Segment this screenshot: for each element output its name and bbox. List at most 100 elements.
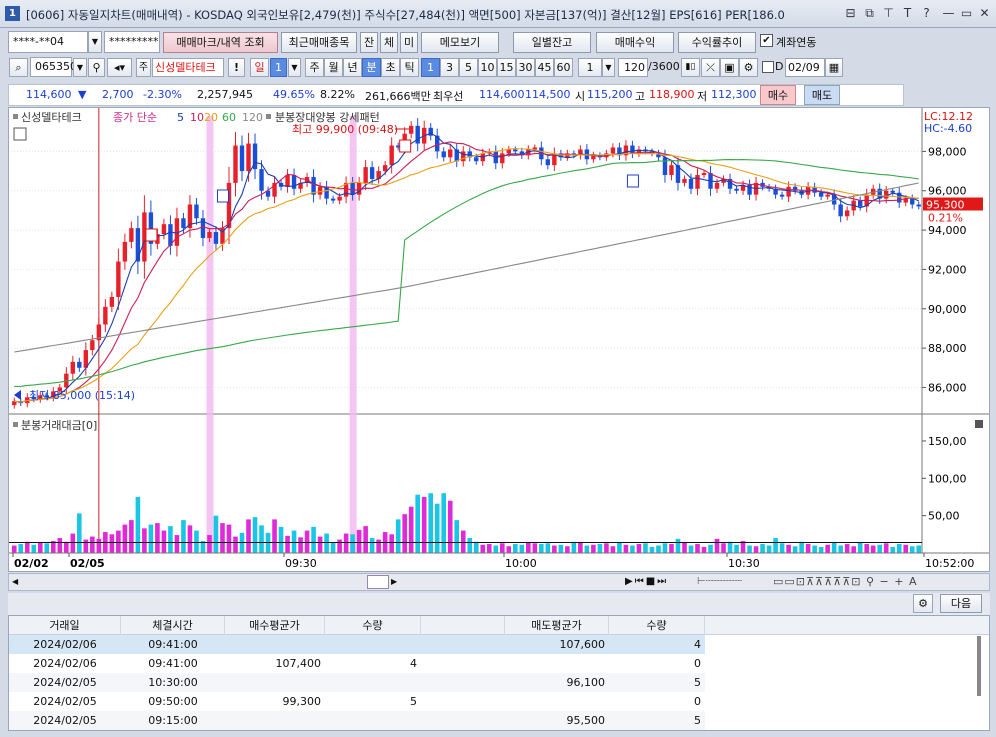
stock-name-field[interactable]: 신성델타테크 (152, 58, 224, 77)
interval-button-1[interactable]: 1 (421, 58, 440, 77)
table-settings-icon[interactable]: ⚙ (913, 594, 933, 613)
trade-profit-button[interactable]: 매매수익 (596, 32, 674, 53)
candle-body (415, 125, 420, 144)
balance-button[interactable]: 잔 (360, 32, 378, 53)
candle-body (688, 178, 694, 189)
period-button-1[interactable]: 월 (324, 58, 343, 77)
magnifier-icon[interactable]: ⚲ (88, 58, 105, 77)
profit-rate-button[interactable]: 수익률추이 (678, 32, 756, 53)
candle-body (90, 340, 95, 351)
interval-button-5[interactable]: 5 (459, 58, 478, 77)
chart-tools-icons[interactable]: ▭▭⊡⊼⊼⊼⊼⊼⊡ ⚲ − + A (773, 574, 991, 590)
table-cell: 2024/02/06 (33, 638, 97, 651)
candle-body (181, 218, 186, 229)
candlestick-chart[interactable]: 98,000 96,000 94,000 92,000 90,000 88,000 86,0… (9, 108, 989, 571)
volume-bar (864, 544, 869, 553)
interval-dropdown-icon[interactable]: ▼ (602, 58, 615, 77)
account-link-checkbox[interactable]: ✔ (760, 34, 773, 47)
volume-bar (213, 515, 219, 553)
volume-bar (909, 546, 915, 553)
interval-button-30[interactable]: 30 (516, 58, 535, 77)
account-select[interactable]: ****-**04 (8, 31, 88, 53)
date-input[interactable]: 02/09 (785, 58, 825, 77)
minimize-icon[interactable]: — (940, 5, 957, 22)
x-tick-label: 10:00 (505, 557, 537, 570)
header-cell: 거래일 (9, 616, 121, 635)
scroll-thumb[interactable] (367, 575, 389, 589)
volume-bar (545, 543, 551, 553)
volume-bar (857, 542, 863, 553)
executed-button[interactable]: 체 (380, 32, 398, 53)
interval-button-15[interactable]: 15 (497, 58, 516, 77)
period-button-3[interactable]: 분 (362, 58, 381, 77)
account-dropdown-icon[interactable]: ▼ (88, 31, 102, 53)
link-icon[interactable]: ⊟ (842, 5, 859, 22)
candle-body (910, 198, 915, 205)
sell-button[interactable]: 매도 (804, 85, 840, 105)
candle-body (194, 204, 199, 219)
playback-controls[interactable]: ▶⏮■⏭ (625, 574, 695, 590)
x-tick-label: 10:30 (728, 557, 760, 570)
period-button-2[interactable]: 년 (343, 58, 362, 77)
stock-code-input[interactable]: 065350 (30, 57, 77, 77)
scroll-left-icon[interactable]: ◀ (12, 576, 22, 588)
candle-body (337, 196, 342, 201)
buy-button[interactable]: 매수 (760, 85, 796, 105)
settings-gear-icon[interactable]: ⚙ (739, 58, 758, 77)
interval-button-60[interactable]: 60 (554, 58, 573, 77)
period-day-button[interactable]: 일 (250, 58, 269, 77)
period-button-5[interactable]: 틱 (400, 58, 419, 77)
trade-mark-query-button[interactable]: 매매마크/내역 조회 (163, 32, 278, 53)
save-icon[interactable]: ▣ (720, 58, 739, 77)
copy-window-icon[interactable]: ⧉ (861, 5, 878, 22)
candle-body (844, 210, 850, 217)
table-cell: 0 (694, 695, 701, 708)
period-dropdown-icon[interactable]: ▼ (288, 58, 301, 77)
volume-bar (805, 544, 811, 553)
interval-button-45[interactable]: 45 (535, 58, 554, 77)
volume-bar (734, 544, 739, 553)
font-icon[interactable]: T (899, 5, 916, 22)
close-icon[interactable]: ✕ (976, 5, 993, 22)
chart-scrollbar[interactable]: ◀ ▶ ▶⏮■⏭ ⊢┈┈┈┈┈┈ ▭▭⊡⊼⊼⊼⊼⊼⊡ ⚲ − + A (8, 573, 990, 591)
d-checkbox[interactable] (762, 61, 774, 73)
help-icon[interactable]: ? (918, 5, 935, 22)
high-price: 118,900 (649, 88, 695, 101)
alert-icon[interactable]: ! (228, 58, 245, 77)
table-scrollbar[interactable] (977, 636, 981, 696)
maximize-icon[interactable]: ▭ (958, 5, 975, 22)
candle-body (474, 157, 479, 162)
recent-trades-button[interactable]: 최근매매종목 (281, 32, 357, 53)
unexecuted-button[interactable]: 미 (400, 32, 418, 53)
scroll-right-icon[interactable]: ▶ (391, 576, 401, 588)
volume-bar (122, 524, 128, 553)
period-number[interactable]: 1 (270, 58, 287, 77)
password-field[interactable]: ********* (104, 31, 160, 53)
code-dropdown-icon[interactable]: ▼ (73, 58, 87, 77)
y-tick-label: 94,000 (928, 224, 967, 237)
indicator-icon[interactable]: ⤫ (701, 58, 720, 77)
volume-bar (337, 539, 342, 553)
candle-body (330, 198, 336, 201)
volume-bar (142, 528, 147, 553)
speaker-icon[interactable]: ◂▾ (107, 58, 132, 77)
stock-search-icon[interactable]: ⌕ (9, 58, 28, 77)
memo-view-button[interactable]: 메모보기 (421, 32, 499, 53)
volume-bar (532, 543, 538, 553)
volume-bar (24, 541, 30, 553)
period-button-0[interactable]: 주 (305, 58, 324, 77)
daily-balance-button[interactable]: 일별잔고 (513, 32, 591, 53)
count-input[interactable]: 120 (618, 58, 648, 77)
pin-icon[interactable]: ⊤ (880, 5, 897, 22)
period-button-4[interactable]: 초 (381, 58, 400, 77)
next-button[interactable]: 다음 (940, 594, 982, 613)
interval-button-10[interactable]: 10 (478, 58, 497, 77)
calendar-icon[interactable]: ▦ (825, 58, 843, 77)
zoom-slider[interactable]: ⊢┈┈┈┈┈┈ (697, 574, 767, 590)
interval-button-3[interactable]: 3 (440, 58, 459, 77)
interval-select[interactable]: 1 (578, 58, 602, 77)
table-cell (225, 635, 325, 654)
volume-bar (460, 530, 466, 553)
volume-bar (259, 525, 264, 553)
chart-type-icon[interactable]: ▮▯ (681, 58, 700, 77)
